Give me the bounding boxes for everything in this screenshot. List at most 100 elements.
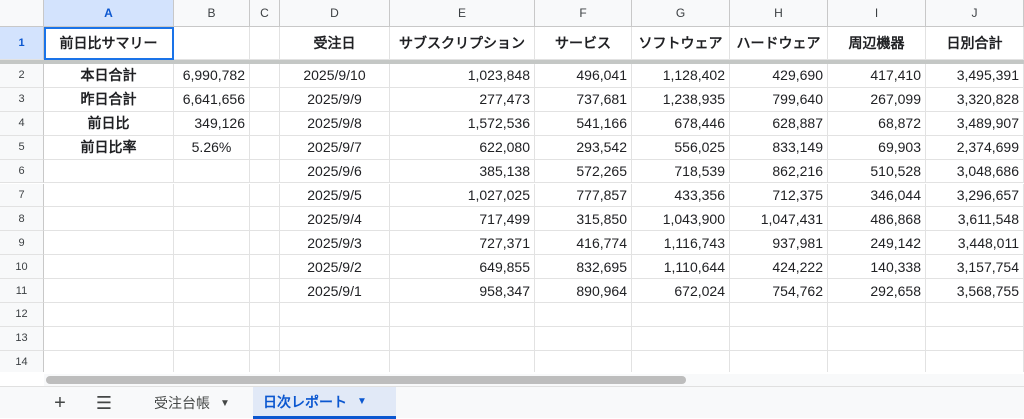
cell[interactable]: 1,572,536 (390, 111, 535, 136)
table-header-cell[interactable]: サービス (535, 27, 632, 60)
cell[interactable]: 417,410 (828, 64, 926, 88)
cell[interactable]: 862,216 (730, 159, 828, 184)
cell[interactable] (250, 135, 280, 160)
cell[interactable]: 572,265 (535, 159, 632, 184)
cell[interactable]: 717,499 (390, 207, 535, 232)
date-cell[interactable]: 2025/9/9 (280, 87, 390, 112)
cell[interactable]: 541,166 (535, 111, 632, 136)
chevron-down-icon[interactable]: ▼ (357, 396, 367, 407)
row-header[interactable]: 14 (0, 350, 44, 372)
date-cell[interactable]: 2025/9/4 (280, 207, 390, 232)
summary-label-cell[interactable] (44, 183, 174, 208)
cell[interactable] (390, 326, 535, 351)
cell[interactable] (250, 303, 280, 327)
cell[interactable] (730, 350, 828, 372)
cell[interactable] (926, 326, 1024, 351)
cell[interactable]: 510,528 (828, 159, 926, 184)
row-header[interactable]: 3 (0, 87, 44, 112)
date-cell[interactable]: 2025/9/6 (280, 159, 390, 184)
summary-label-cell[interactable]: 本日合計 (44, 64, 174, 88)
cell[interactable]: 890,964 (535, 279, 632, 303)
cell[interactable] (174, 303, 250, 327)
cell[interactable]: 958,347 (390, 279, 535, 303)
summary-label-cell[interactable] (44, 255, 174, 280)
cell[interactable] (250, 207, 280, 232)
summary-label-cell[interactable]: 前日比率 (44, 135, 174, 160)
cell[interactable] (174, 350, 250, 372)
cell[interactable] (730, 326, 828, 351)
cell[interactable] (535, 303, 632, 327)
cell[interactable]: 385,138 (390, 159, 535, 184)
cell[interactable]: 3,611,548 (926, 207, 1024, 232)
cell[interactable]: 5.26% (174, 135, 250, 160)
column-header-c[interactable]: C (250, 0, 280, 27)
date-cell[interactable] (280, 326, 390, 351)
cell[interactable]: 3,495,391 (926, 64, 1024, 88)
cell[interactable]: 777,857 (535, 183, 632, 208)
cell[interactable] (250, 87, 280, 112)
cell[interactable]: 3,048,686 (926, 159, 1024, 184)
cell[interactable]: 727,371 (390, 231, 535, 256)
cell[interactable] (390, 303, 535, 327)
date-cell[interactable]: 2025/9/8 (280, 111, 390, 136)
cell[interactable]: 754,762 (730, 279, 828, 303)
cell[interactable]: 1,128,402 (632, 64, 730, 88)
cell[interactable] (174, 159, 250, 184)
cell[interactable]: 3,296,657 (926, 183, 1024, 208)
cell[interactable]: 833,149 (730, 135, 828, 160)
cell[interactable] (250, 231, 280, 256)
cell[interactable]: 937,981 (730, 231, 828, 256)
summary-label-cell[interactable]: 前日比 (44, 111, 174, 136)
cell[interactable] (250, 159, 280, 184)
cell[interactable] (535, 350, 632, 372)
summary-label-cell[interactable] (44, 231, 174, 256)
cell[interactable] (250, 27, 280, 60)
cell[interactable] (174, 207, 250, 232)
date-cell[interactable]: 2025/9/7 (280, 135, 390, 160)
cell[interactable]: 6,990,782 (174, 64, 250, 88)
table-header-cell[interactable]: ハードウェア (730, 27, 828, 60)
cell[interactable] (390, 350, 535, 372)
row-header[interactable]: 6 (0, 159, 44, 184)
cell[interactable] (632, 326, 730, 351)
cell[interactable]: 68,872 (828, 111, 926, 136)
sheet-tab-daily-report[interactable]: 日次レポート ▼ (253, 387, 396, 419)
table-header-cell[interactable]: 受注日 (280, 27, 390, 60)
column-header-d[interactable]: D (280, 0, 390, 27)
cell[interactable]: 424,222 (730, 255, 828, 280)
cell[interactable]: 2,374,699 (926, 135, 1024, 160)
chevron-down-icon[interactable]: ▼ (220, 398, 230, 409)
row-header[interactable]: 13 (0, 326, 44, 351)
date-cell[interactable]: 2025/9/1 (280, 279, 390, 303)
cell[interactable]: 3,489,907 (926, 111, 1024, 136)
cell[interactable] (250, 255, 280, 280)
cell[interactable]: 315,850 (535, 207, 632, 232)
date-cell[interactable] (280, 303, 390, 327)
cell[interactable]: 3,320,828 (926, 87, 1024, 112)
horizontal-scrollbar[interactable] (44, 374, 1024, 386)
row-header[interactable]: 12 (0, 303, 44, 327)
column-header-a[interactable]: A (44, 0, 174, 27)
cell[interactable]: 1,043,900 (632, 207, 730, 232)
cell[interactable] (632, 350, 730, 372)
cell[interactable]: 140,338 (828, 255, 926, 280)
summary-label-cell[interactable] (44, 207, 174, 232)
cell[interactable]: 737,681 (535, 87, 632, 112)
cell[interactable] (535, 326, 632, 351)
cell[interactable]: 3,448,011 (926, 231, 1024, 256)
date-cell[interactable] (280, 350, 390, 372)
cell[interactable] (926, 350, 1024, 372)
summary-label-cell[interactable] (44, 279, 174, 303)
cell[interactable]: 628,887 (730, 111, 828, 136)
date-cell[interactable]: 2025/9/5 (280, 183, 390, 208)
cell[interactable]: 69,903 (828, 135, 926, 160)
cell[interactable]: 1,027,025 (390, 183, 535, 208)
cell[interactable] (250, 326, 280, 351)
cell[interactable]: 486,868 (828, 207, 926, 232)
cell[interactable] (174, 279, 250, 303)
cell[interactable]: 346,044 (828, 183, 926, 208)
cell[interactable]: 1,047,431 (730, 207, 828, 232)
cell[interactable]: 292,658 (828, 279, 926, 303)
cell[interactable] (174, 231, 250, 256)
cell[interactable]: 6,641,656 (174, 87, 250, 112)
